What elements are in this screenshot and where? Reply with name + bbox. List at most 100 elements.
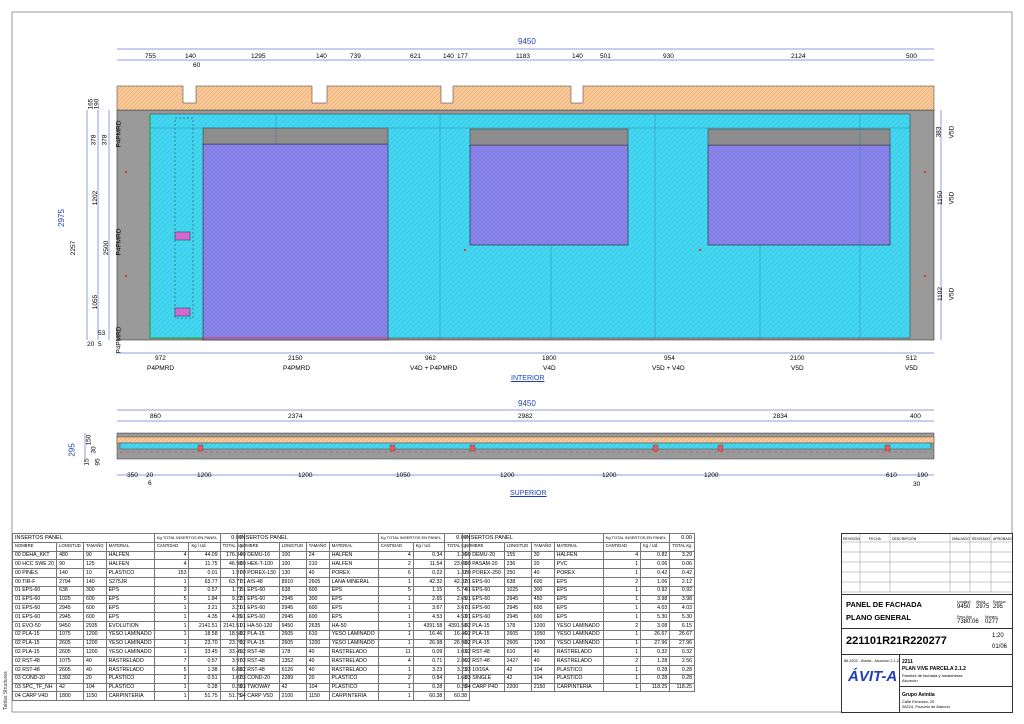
elev-left-dim: 190 — [93, 98, 101, 110]
table-cell: 3 — [153, 585, 190, 596]
table-body: 00 DEMU-20 155 30 HALFEN 4 0.82 3.29 00 PASAM-2… — [462, 550, 695, 693]
table-cell: 4391.58 — [412, 620, 446, 631]
table-cell: HA-50 — [328, 620, 379, 631]
col-header: Kg / Ud. — [412, 541, 446, 552]
total-label: Kg TOTAL INSERTOS EN PANEL — [377, 533, 446, 543]
table-cell: 2100 — [278, 691, 307, 702]
elev-top-dim: 930 — [663, 53, 674, 60]
table-cell: 600 — [305, 603, 330, 614]
table-cell: 0.28 — [669, 664, 695, 675]
table-cell: 1 — [153, 620, 190, 631]
table-row: 01 EPS-60 2945 600 EPS 1 3.67 3.67 — [237, 603, 470, 614]
table-cell: 600 — [305, 585, 330, 596]
plan-left-dim: 30 — [90, 446, 98, 454]
table-cell: 210 — [305, 559, 330, 570]
table-cell: 4 — [377, 656, 414, 666]
elev-bottom-code: P4PMRD — [283, 365, 311, 372]
col-header: TAMAÑO — [305, 541, 330, 552]
table-cell: 01 EPS-60 — [11, 594, 58, 605]
table-cell: 20 — [530, 559, 555, 570]
table-cell: 42.32 — [412, 576, 446, 587]
table-cell: 01 EPS-60 — [462, 612, 505, 622]
table-cell: 600 — [82, 603, 107, 614]
table-cell: 1200 — [82, 647, 107, 658]
elev-left-dim: 53 — [98, 330, 106, 337]
table-cell: 5 — [377, 585, 414, 596]
table-cell: 0.28 — [188, 682, 221, 693]
elev-left-dim: 1055 — [92, 294, 100, 310]
table-cell: 03 SPC_TF_NH — [11, 682, 58, 693]
table-cell: 90 — [56, 559, 84, 570]
table-cell: 4 — [602, 550, 642, 561]
table-cell: 155 — [503, 550, 532, 561]
table-cell: 2605 — [305, 576, 330, 587]
table-cell: 40 — [82, 664, 107, 675]
table-row: 00 POREX-250 250 40 POREX 1 0.42 0.42 — [462, 568, 695, 578]
table-cell: 0.22 — [412, 568, 446, 578]
table-cell: 01 EPS-60 — [237, 612, 280, 622]
table-cell: 01 EPS-60 — [11, 603, 58, 614]
table-cell: YESO LAMINADO — [328, 638, 379, 649]
table-cell: 1 — [377, 691, 414, 702]
table-row: 02 RST-48 178 40 RASTRELADO 11 0.09 1.03 — [237, 647, 470, 658]
table-cell: 1150 — [305, 691, 330, 702]
table-cell: 450 — [530, 594, 555, 605]
table-cell: YESO LAMINADO — [553, 629, 604, 640]
side-note: Tablas Structures — [3, 671, 9, 710]
rev-header: APROBADO — [993, 537, 1013, 541]
table-cell: 130 — [278, 568, 307, 578]
weight-value: 7380.06 — [957, 619, 979, 625]
table-cell: POREX — [553, 568, 604, 578]
elev-total-height: 2975 — [56, 209, 66, 227]
plan-total-width: 9450 — [518, 399, 536, 408]
col-header: CANTIDAD — [377, 541, 414, 552]
table-cell: 02 RST-48 — [237, 656, 280, 666]
view-label-interior: INTERIOR — [511, 375, 545, 382]
inserts-table-2: INSERTOS PANEL Kg TOTAL INSERTOS EN PANEL… — [237, 533, 470, 702]
table-cell: 11.75 — [188, 559, 221, 570]
table-cell: EPS — [105, 594, 155, 605]
elev-bottom-dim: 954 — [664, 355, 675, 362]
table-title: INSERTOS PANEL — [237, 533, 379, 543]
table-cell: 2 — [602, 656, 642, 666]
plan-left-dim: 15 — [83, 458, 91, 466]
table-cell: 0.28 — [669, 673, 695, 684]
plan-bottom-dim: 190 — [917, 472, 928, 479]
table-cell: 0.28 — [412, 682, 446, 693]
table-cell: 2289 — [278, 673, 307, 684]
table-cell: EPS — [553, 603, 604, 614]
col-header: Kg / Ud. — [188, 541, 221, 552]
table-cell: PLASTICO — [553, 673, 604, 684]
elev-top-dim: 755 — [145, 53, 156, 60]
sheet-title-2: PLANO GENERAL — [846, 613, 912, 622]
window-opening-2 — [707, 144, 891, 246]
plan-top-dim: 2374 — [288, 413, 303, 420]
plan-bottom-dim: 350 — [127, 472, 138, 479]
table-cell: 40 — [530, 647, 555, 658]
table-cell: 0.32 — [669, 647, 695, 658]
table-cell: 04 CARP V5D — [237, 691, 280, 702]
table-cell: 01 EPS-60 — [237, 585, 280, 596]
table-cell: 178 — [278, 647, 307, 658]
elev-top-dim: 140 — [316, 53, 327, 60]
table-row: 03 COND-20 1392 20 PLASTICO 2 0.51 1.02 — [11, 673, 246, 684]
table-cell: 1 — [377, 576, 414, 587]
table-cell: 02 RST-48 — [462, 647, 505, 658]
elevation-view — [116, 85, 935, 341]
table-cell: 03 COND-20 — [237, 673, 280, 684]
table-row: 01 EPS-60 638 600 EPS 5 1.15 5.74 — [237, 585, 470, 596]
table-cell: RASTRELADO — [553, 656, 604, 666]
table-cell: EPS — [328, 585, 379, 596]
elev-bottom-code: P4PMRD — [147, 365, 175, 372]
table-cell: 0.57 — [188, 656, 221, 666]
table-cell: 1200 — [82, 638, 107, 649]
table-cell: 6.15 — [669, 620, 695, 631]
table-cell: 01 EPS-60 — [11, 612, 58, 622]
elev-bottom-dim: 2100 — [790, 355, 805, 362]
table-body: 00 DEHA_KKT 480 90 HALFEN 4 44.09 176.34 00 HCC… — [11, 550, 246, 702]
elev-left-dim: 2257 — [70, 240, 78, 256]
table-cell: HALFEN — [105, 550, 155, 561]
elev-bottom-dim: 512 — [906, 355, 917, 362]
plan-bottom-dim: 610 — [886, 472, 897, 479]
table-cell: 63.77 — [188, 576, 221, 587]
